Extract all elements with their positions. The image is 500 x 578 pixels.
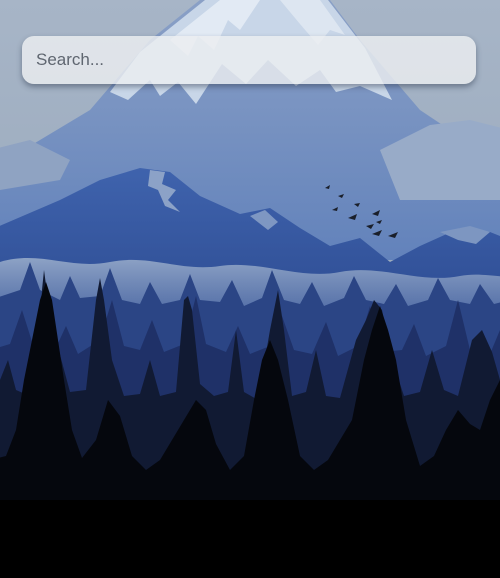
search-bar[interactable] [22, 36, 476, 84]
search-input[interactable] [22, 36, 476, 84]
background-scene [0, 0, 500, 578]
